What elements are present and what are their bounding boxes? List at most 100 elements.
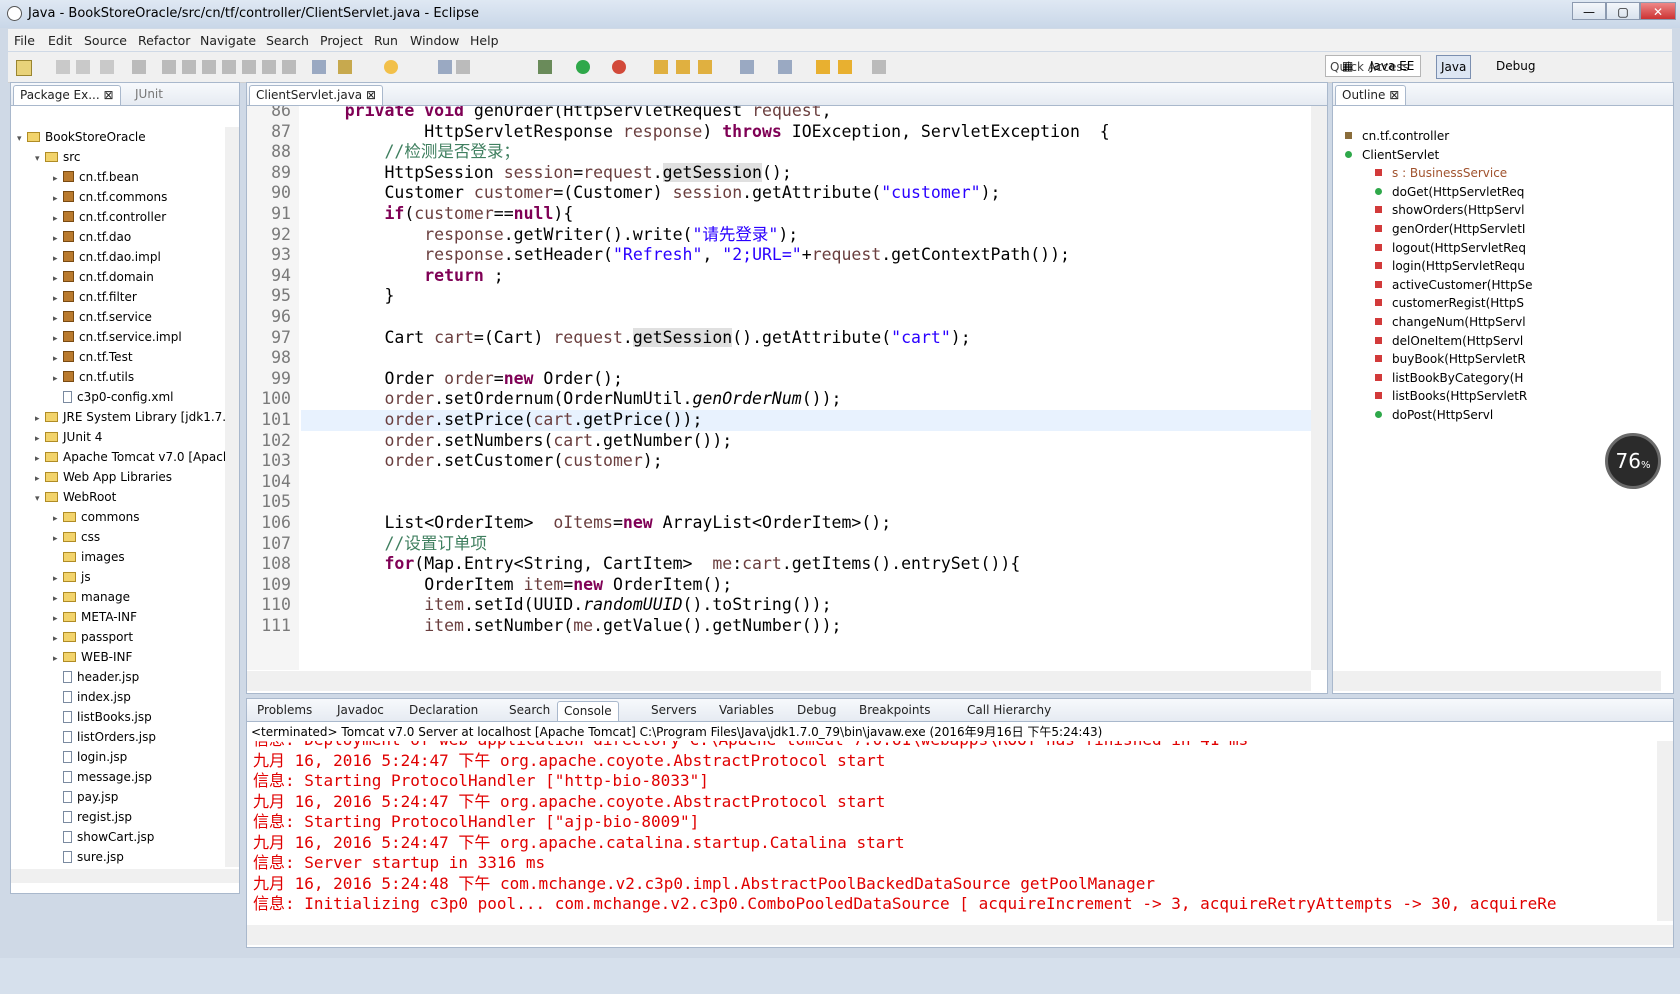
outline-hscrollbar[interactable] [1333,671,1661,691]
explorer-scrollbar[interactable] [225,127,239,867]
tree-item[interactable]: c3p0-config.xml [53,387,173,407]
tree-item[interactable]: images [53,547,125,567]
perspective-java[interactable]: Java [1436,55,1472,79]
collapsed-arrow-icon[interactable]: ▸ [53,529,63,549]
code-line[interactable]: HttpSession session=request.getSession()… [305,162,792,183]
menu-edit[interactable]: Edit [48,33,72,48]
tree-item[interactable]: ▸ commons [53,507,140,527]
menu-navigate[interactable]: Navigate [200,33,256,48]
code-line[interactable]: item.setNumber(me.getValue().getNumber()… [305,615,841,636]
perspective-java-ee[interactable]: Java EE [1366,55,1418,77]
collapsed-arrow-icon[interactable]: ▸ [53,309,63,329]
open-perspective-icon[interactable]: ▦ [1338,55,1357,77]
build-config-icon[interactable] [456,60,470,74]
open-console-icon[interactable] [312,60,326,74]
outline-item[interactable]: doPost(HttpServl [1375,406,1493,425]
tree-item[interactable]: ▸ cn.tf.utils [53,367,134,387]
menu-refactor[interactable]: Refactor [138,33,190,48]
collapsed-arrow-icon[interactable]: ▸ [53,209,63,229]
collapsed-arrow-icon[interactable]: ▸ [53,369,63,389]
outline-item[interactable]: login(HttpServletRequ [1375,257,1525,276]
new-java-project-icon[interactable] [654,60,668,74]
outline-item[interactable]: doGet(HttpServletReq [1375,183,1524,202]
outline-item[interactable]: listBookByCategory(H [1375,369,1523,388]
menu-file[interactable]: File [14,33,35,48]
performance-gauge[interactable]: 76% [1605,433,1661,489]
collapsed-arrow-icon[interactable]: ▸ [53,249,63,269]
step-into-icon[interactable] [242,60,256,74]
code-line[interactable]: order.setNumbers(cart.getNumber()); [305,430,732,451]
collapsed-arrow-icon[interactable]: ▸ [53,189,63,209]
outline-item[interactable]: cn.tf.controller [1345,127,1449,146]
tree-item[interactable]: ▸ cn.tf.service [53,307,152,327]
tree-item[interactable]: ▸ cn.tf.dao [53,227,131,247]
collapsed-arrow-icon[interactable]: ▸ [53,629,63,649]
code-line[interactable]: return ; [305,265,503,286]
tree-item[interactable]: ▸ cn.tf.dao.impl [53,247,161,267]
tree-item[interactable]: ▸ cn.tf.bean [53,167,139,187]
code-line[interactable]: Cart cart=(Cart) request.getSession().ge… [305,327,971,348]
new-class-icon[interactable] [698,60,712,74]
code-line[interactable]: response.setHeader("Refresh", "2;URL="+r… [305,244,1070,265]
collapsed-arrow-icon[interactable]: ▸ [53,569,63,589]
collapsed-arrow-icon[interactable]: ▸ [35,469,45,489]
tree-item[interactable]: showCart.jsp [53,827,154,847]
expanded-arrow-icon[interactable]: ▾ [17,129,27,149]
code-line[interactable]: HttpServletResponse response) throws IOE… [305,121,1109,142]
outline-item[interactable]: customerRegist(HttpS [1375,294,1524,313]
print-icon[interactable] [100,60,114,74]
tree-item[interactable]: listOrders.jsp [53,727,156,747]
tab-debug[interactable]: Debug [791,701,842,720]
minimize-button[interactable]: — [1572,2,1606,20]
console-output[interactable]: 信息: Deployment of web application direct… [247,741,1655,921]
tree-item[interactable]: ▸ JUnit 4 [35,427,102,447]
outline-item[interactable]: changeNum(HttpServl [1375,313,1526,332]
new-icon[interactable] [16,60,32,76]
tab-variables[interactable]: Variables [713,701,780,720]
code-line[interactable]: if(customer==null){ [305,203,573,224]
code-line[interactable]: //设置订单项 [305,533,486,554]
tree-item[interactable]: ▸ cn.tf.controller [53,207,166,227]
forward-icon[interactable] [872,60,886,74]
expanded-arrow-icon[interactable]: ▾ [35,489,45,509]
tree-item[interactable]: sure.jsp [53,847,124,867]
outline-item[interactable]: genOrder(HttpServletI [1375,220,1525,239]
tree-item[interactable]: listBooks.jsp [53,707,152,727]
collapsed-arrow-icon[interactable]: ▸ [35,409,45,429]
tree-item[interactable]: ▸ passport [53,627,133,647]
maximize-button[interactable]: ▢ [1606,2,1640,20]
tree-item[interactable]: ▾ WebRoot [35,487,116,507]
suspend-icon[interactable] [182,60,196,74]
collapsed-arrow-icon[interactable]: ▸ [35,429,45,449]
collapsed-arrow-icon[interactable]: ▸ [35,449,45,469]
tree-item[interactable]: pay.jsp [53,787,118,807]
resume-icon[interactable] [162,60,176,74]
tree-item[interactable]: ▾ BookStoreOracle [17,127,146,147]
collapsed-arrow-icon[interactable]: ▸ [53,609,63,629]
run-icon[interactable] [576,60,590,74]
tree-item[interactable]: ▸ WEB-INF [53,647,132,667]
console-vscrollbar[interactable] [1657,741,1673,921]
external-tools-icon[interactable] [612,60,626,74]
collapsed-arrow-icon[interactable]: ▸ [53,329,63,349]
code-area[interactable]: 86 private void genOrder(HttpServletRequ… [247,106,1311,670]
menu-project[interactable]: Project [320,33,363,48]
tree-item[interactable]: ▸ css [53,527,100,547]
editor-hscrollbar[interactable] [247,671,1311,691]
tree-item[interactable]: ▸ Web App Libraries [35,467,172,487]
outline-item[interactable]: listBooks(HttpServletR [1375,387,1527,406]
tree-item[interactable]: index.jsp [53,687,131,707]
tab-call-hierarchy[interactable]: Call Hierarchy [961,701,1057,720]
menu-window[interactable]: Window [410,33,459,48]
tab-package-explorer[interactable]: Package Ex... ⊠ [13,85,121,105]
build-icon[interactable] [438,60,452,74]
tree-item[interactable]: ▸ JRE System Library [jdk1.7.0_ [35,407,225,427]
expanded-arrow-icon[interactable]: ▾ [35,149,45,169]
menu-help[interactable]: Help [470,33,499,48]
debug-icon[interactable] [538,60,552,74]
collapsed-arrow-icon[interactable]: ▸ [53,229,63,249]
tab-servers[interactable]: Servers [645,701,703,720]
collapsed-arrow-icon[interactable]: ▸ [53,349,63,369]
tree-item[interactable]: ▸ cn.tf.Test [53,347,133,367]
collapsed-arrow-icon[interactable]: ▸ [53,269,63,289]
